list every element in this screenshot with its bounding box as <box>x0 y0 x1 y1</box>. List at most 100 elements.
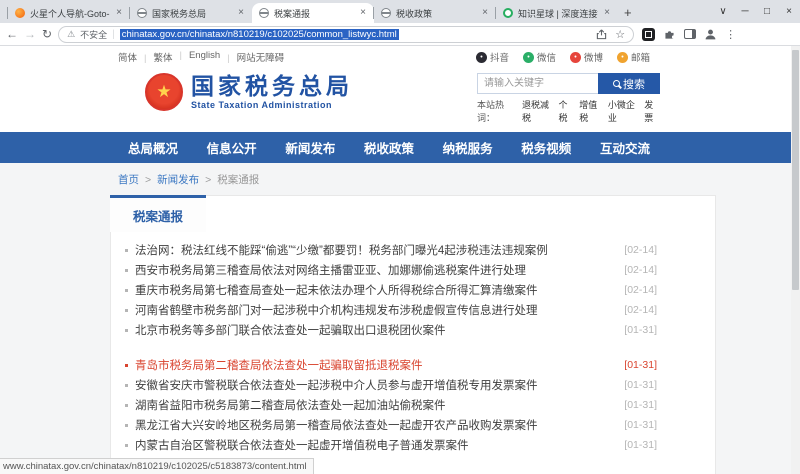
side-panel-icon[interactable] <box>684 29 697 39</box>
breadcrumb-link[interactable]: 税案通报 <box>199 172 259 187</box>
language-link[interactable]: English <box>173 50 220 64</box>
news-list-item[interactable]: 重庆市税务局第七稽查局查处一起未依法办理个人所得税综合所得汇算清缴案件 [02-… <box>125 280 657 300</box>
nav-item[interactable]: 纳税服务 <box>443 138 493 157</box>
share-icon[interactable] <box>596 29 607 40</box>
omnibox-separator: | <box>112 28 115 40</box>
news-title-link[interactable]: 黑龙江省大兴安岭地区税务局第一稽查局依法查处一起虚开农产品收购发票案件 <box>135 417 612 433</box>
hot-words: 本站热词： 退税减税 个税 增值税 小微企业 发票 <box>477 98 660 124</box>
news-title-link[interactable]: 西安市税务局第三稽查局依法对网络主播雷亚亚、加娜娜偷逃税案件进行处理 <box>135 262 612 278</box>
news-date: [02-14] <box>624 284 657 296</box>
social-link[interactable]: • 邮箱 <box>616 50 650 64</box>
language-link[interactable]: 简体 <box>118 50 137 64</box>
forward-button[interactable]: → <box>24 28 36 40</box>
tab-close-icon[interactable]: × <box>603 8 611 18</box>
language-link[interactable]: 繁体 <box>137 50 172 64</box>
tab-search-chevron-icon[interactable]: ∨ <box>712 0 734 23</box>
extension-dark-icon[interactable] <box>642 27 656 41</box>
tab-close-icon[interactable]: × <box>237 8 245 18</box>
news-title-link[interactable]: 安徽省安庆市警税联合依法查处一起涉税中介人员参与虚开增值税专用发票案件 <box>135 377 612 393</box>
national-emblem-icon: ★ <box>145 73 183 111</box>
news-title-link[interactable]: 内蒙古自治区警税联合依法查处一起虚开增值税电子普通发票案件 <box>135 437 612 453</box>
site-subtitle: State Taxation Administration <box>191 99 333 110</box>
nav-item[interactable]: 新闻发布 <box>285 138 335 157</box>
nav-item[interactable]: 互动交流 <box>600 138 650 157</box>
nav-item[interactable]: 信息公开 <box>207 138 257 157</box>
hot-word[interactable]: 退税减税 <box>522 98 553 124</box>
news-list-item[interactable]: 河南省鹤壁市税务部门对一起涉税中介机构违规发布涉税虚假宣传信息进行处理 [02-… <box>125 300 657 320</box>
search-button[interactable]: 搜索 <box>598 73 660 94</box>
tab-close-icon[interactable]: × <box>481 8 489 18</box>
hot-word-list: 退税减税 个税 增值税 小微企业 发票 <box>522 98 660 124</box>
social-link[interactable]: • 微信 <box>522 50 556 64</box>
bullet-icon <box>125 383 128 387</box>
status-bar-url: www.chinatax.gov.cn/chinatax/n810219/c10… <box>0 458 314 474</box>
tab-close-icon[interactable]: × <box>115 8 123 18</box>
main-navigation: 总局概况 信息公开 新闻发布 税收政策 纳税服务 税务视频 互动交流 <box>0 132 800 163</box>
breadcrumb-link[interactable]: 新闻发布 <box>139 172 199 187</box>
tab-title: 火星个人导航-Goto-mars.com <box>30 8 110 19</box>
nav-item[interactable]: 税收政策 <box>364 138 414 157</box>
news-list-item[interactable]: 黑龙江省大兴安岭地区税务局第一稽查局依法查处一起虚开农产品收购发票案件 [01-… <box>125 415 657 435</box>
news-title-link[interactable]: 河南省鹤壁市税务部门对一起涉税中介机构违规发布涉税虚假宣传信息进行处理 <box>135 302 612 318</box>
bullet-icon <box>125 423 128 427</box>
browser-tab[interactable]: 税案通报 × <box>252 3 374 23</box>
minimize-button[interactable]: ─ <box>734 0 756 23</box>
news-title-link[interactable]: 重庆市税务局第七稽查局查处一起未依法办理个人所得税综合所得汇算清缴案件 <box>135 282 612 298</box>
social-link[interactable]: • 微博 <box>569 50 603 64</box>
browser-tab[interactable]: 国家税务总局 × <box>129 3 252 23</box>
tab-close-icon[interactable]: × <box>359 8 367 18</box>
tab-favicon-icon <box>381 8 391 18</box>
site-masthead: ★ 国家税务总局 State Taxation Administration 搜… <box>0 67 800 132</box>
maximize-button[interactable]: □ <box>756 0 778 23</box>
news-list-item[interactable]: 安徽省安庆市警税联合依法查处一起涉税中介人员参与虚开增值税专用发票案件 [01-… <box>125 375 657 395</box>
hot-words-label: 本站热词： <box>477 100 505 123</box>
profile-icon[interactable] <box>704 28 717 41</box>
news-title-link[interactable]: 湖南省益阳市税务局第二稽查局依法查处一起加油站偷税案件 <box>135 397 612 413</box>
news-list-item[interactable]: 法治网：税法红线不能踩“偷逃”“少缴”都要罚！税务部门曝光4起涉税违法违规案例 … <box>125 240 657 260</box>
browser-tab[interactable]: 火星个人导航-Goto-mars.com × <box>7 3 130 23</box>
browser-window: 火星个人导航-Goto-mars.com × 国家税务总局 × 税案通报 × 税… <box>0 0 800 474</box>
social-label: 微博 <box>583 53 603 64</box>
new-tab-button[interactable]: + <box>624 5 632 20</box>
hot-word[interactable]: 发票 <box>644 98 660 124</box>
hot-word[interactable]: 个税 <box>559 98 575 124</box>
news-list-item[interactable]: 内蒙古自治区警税联合依法查处一起虚开增值税电子普通发票案件 [01-31] <box>125 435 657 455</box>
section-tab[interactable]: 税案通报 <box>110 195 206 232</box>
news-date: [02-14] <box>624 244 657 256</box>
social-link[interactable]: • 抖音 <box>475 50 509 64</box>
search-input[interactable] <box>477 73 598 94</box>
back-button[interactable]: ← <box>6 28 18 40</box>
bookmark-star-icon[interactable]: ☆ <box>615 28 625 41</box>
news-list-item[interactable]: 北京市税务等多部门联合依法查处一起骗取出口退税团伙案件 [01-31] <box>125 320 657 340</box>
language-link[interactable]: 网站无障碍 <box>220 50 285 64</box>
tab-title: 知识星球 | 深度连接铁杆粉丝... <box>518 8 598 19</box>
news-title-link[interactable]: 法治网：税法红线不能踩“偷逃”“少缴”都要罚！税务部门曝光4起涉税违法违规案例 <box>135 242 612 258</box>
browser-menu-icon[interactable]: ⋮ <box>725 28 736 41</box>
news-list-item[interactable]: 湖南省益阳市税务局第二稽查局依法查处一起加油站偷税案件 [01-31] <box>125 395 657 415</box>
news-title-link[interactable]: 青岛市税务局第二稽查局依法查处一起骗取留抵退税案件 <box>135 357 612 373</box>
address-bar[interactable]: ⚠ 不安全 | chinatax.gov.cn/chinatax/n810219… <box>58 25 635 43</box>
url-text[interactable]: chinatax.gov.cn/chinatax/n810219/c102025… <box>119 28 399 40</box>
not-secure-label: 不安全 <box>80 29 108 40</box>
browser-tab[interactable]: 知识星球 | 深度连接铁杆粉丝... × <box>495 3 618 23</box>
scrollbar-thumb[interactable] <box>792 50 799 290</box>
news-list-item[interactable]: 青岛市税务局第二稽查局依法查处一起骗取留抵退税案件 [01-31] <box>125 355 657 375</box>
close-button[interactable]: × <box>778 0 800 23</box>
site-logo[interactable]: ★ 国家税务总局 State Taxation Administration <box>145 73 353 111</box>
page-scrollbar[interactable] <box>791 46 800 474</box>
reload-button[interactable]: ↻ <box>42 28 52 40</box>
tab-title: 国家税务总局 <box>152 8 207 19</box>
browser-tab[interactable]: 税收政策 × <box>373 3 496 23</box>
bullet-icon <box>125 248 128 252</box>
breadcrumb-link[interactable]: 首页 <box>118 172 139 187</box>
search-area: 搜索 本站热词： 退税减税个税增值税小微企业发票 <box>477 73 660 124</box>
news-title-link[interactable]: 北京市税务等多部门联合依法查处一起骗取出口退税团伙案件 <box>135 322 612 338</box>
hot-word[interactable]: 增值税 <box>579 98 603 124</box>
nav-item[interactable]: 总局概况 <box>128 138 178 157</box>
news-list-item[interactable]: 西安市税务局第三稽查局依法对网络主播雷亚亚、加娜娜偷逃税案件进行处理 [02-1… <box>125 260 657 280</box>
nav-item[interactable]: 税务视频 <box>521 138 571 157</box>
tab-favicon-icon <box>137 8 147 18</box>
hot-word[interactable]: 小微企业 <box>608 98 639 124</box>
extensions-puzzle-icon[interactable] <box>663 28 676 41</box>
news-date: [01-31] <box>624 419 657 431</box>
